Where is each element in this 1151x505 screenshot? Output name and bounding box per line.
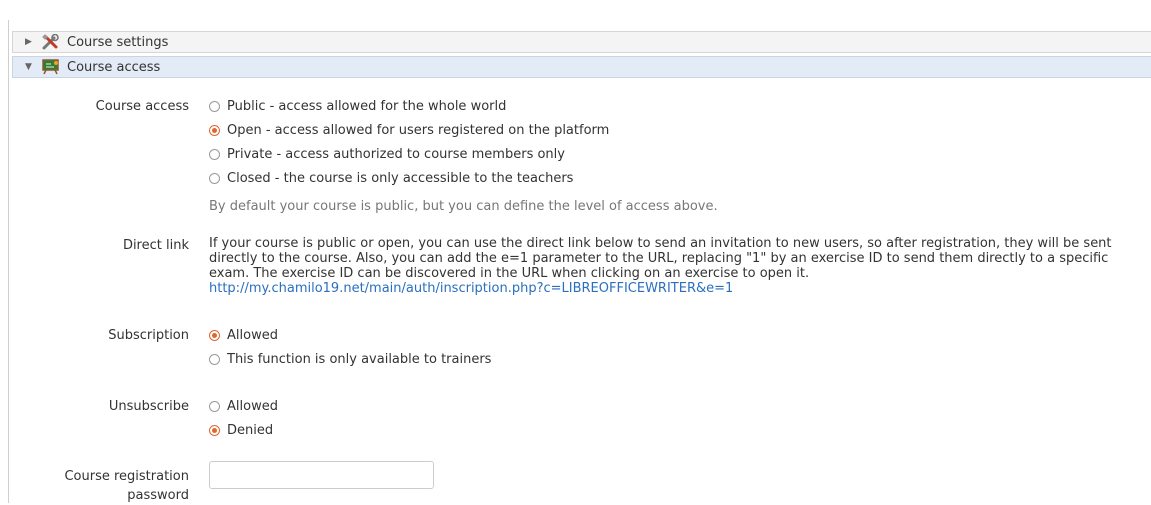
option-label: Public - access allowed for the whole wo… (227, 98, 507, 114)
tools-icon (41, 34, 61, 50)
radio-button[interactable] (209, 353, 220, 365)
blackboard-icon (41, 59, 61, 75)
registration-password-label: Course registration password (64, 467, 189, 505)
direct-link-text: If your course is public or open, you ca… (209, 236, 1112, 281)
radio-button[interactable] (209, 100, 220, 112)
option-label: This function is only available to train… (227, 351, 492, 367)
label-line: Course registration (64, 469, 189, 484)
radio-button[interactable] (209, 148, 220, 160)
radio-button[interactable] (209, 400, 220, 412)
access-option-private[interactable]: Private - access authorized to course me… (209, 145, 565, 163)
label-line: password (127, 488, 189, 503)
direct-link-url[interactable]: http://my.chamilo19.net/main/auth/inscri… (209, 281, 733, 296)
access-option-open[interactable]: Open - access allowed for users register… (209, 121, 609, 139)
unsubscribe-option-allowed[interactable]: Allowed (209, 397, 278, 415)
course-access-help: By default your course is public, but yo… (209, 199, 718, 214)
direct-link-description: If your course is public or open, you ca… (209, 236, 1144, 296)
panel-course-access[interactable]: ▼ Course access (12, 56, 1151, 78)
chevron-down-icon: ▼ (25, 62, 32, 72)
panel-course-settings[interactable]: ▶ Course settings (12, 31, 1151, 53)
option-label: Closed - the course is only accessible t… (227, 170, 574, 186)
access-option-closed[interactable]: Closed - the course is only accessible t… (209, 169, 573, 187)
option-label: Private - access authorized to course me… (227, 146, 565, 162)
course-access-label: Course access (95, 99, 189, 114)
option-label: Denied (227, 422, 274, 438)
radio-button[interactable] (209, 172, 220, 184)
access-option-public[interactable]: Public - access allowed for the whole wo… (209, 97, 506, 115)
option-label: Open - access allowed for users register… (227, 122, 610, 138)
radio-button-selected[interactable] (209, 424, 220, 436)
option-label: Allowed (227, 327, 278, 343)
chevron-right-icon: ▶ (25, 37, 32, 47)
subscription-option-trainers-only[interactable]: This function is only available to train… (209, 350, 491, 368)
option-label: Allowed (227, 398, 278, 414)
subscription-option-allowed[interactable]: Allowed (209, 326, 278, 344)
left-border (8, 20, 9, 503)
registration-password-input[interactable] (209, 461, 434, 489)
subscription-label: Subscription (108, 328, 189, 343)
unsubscribe-label: Unsubscribe (108, 399, 189, 414)
panel-title: Course settings (67, 34, 169, 50)
direct-link-label: Direct link (122, 238, 189, 253)
panel-title: Course access (67, 59, 161, 75)
unsubscribe-option-denied[interactable]: Denied (209, 421, 273, 439)
radio-button-selected[interactable] (209, 124, 220, 136)
radio-button-selected[interactable] (209, 329, 220, 341)
